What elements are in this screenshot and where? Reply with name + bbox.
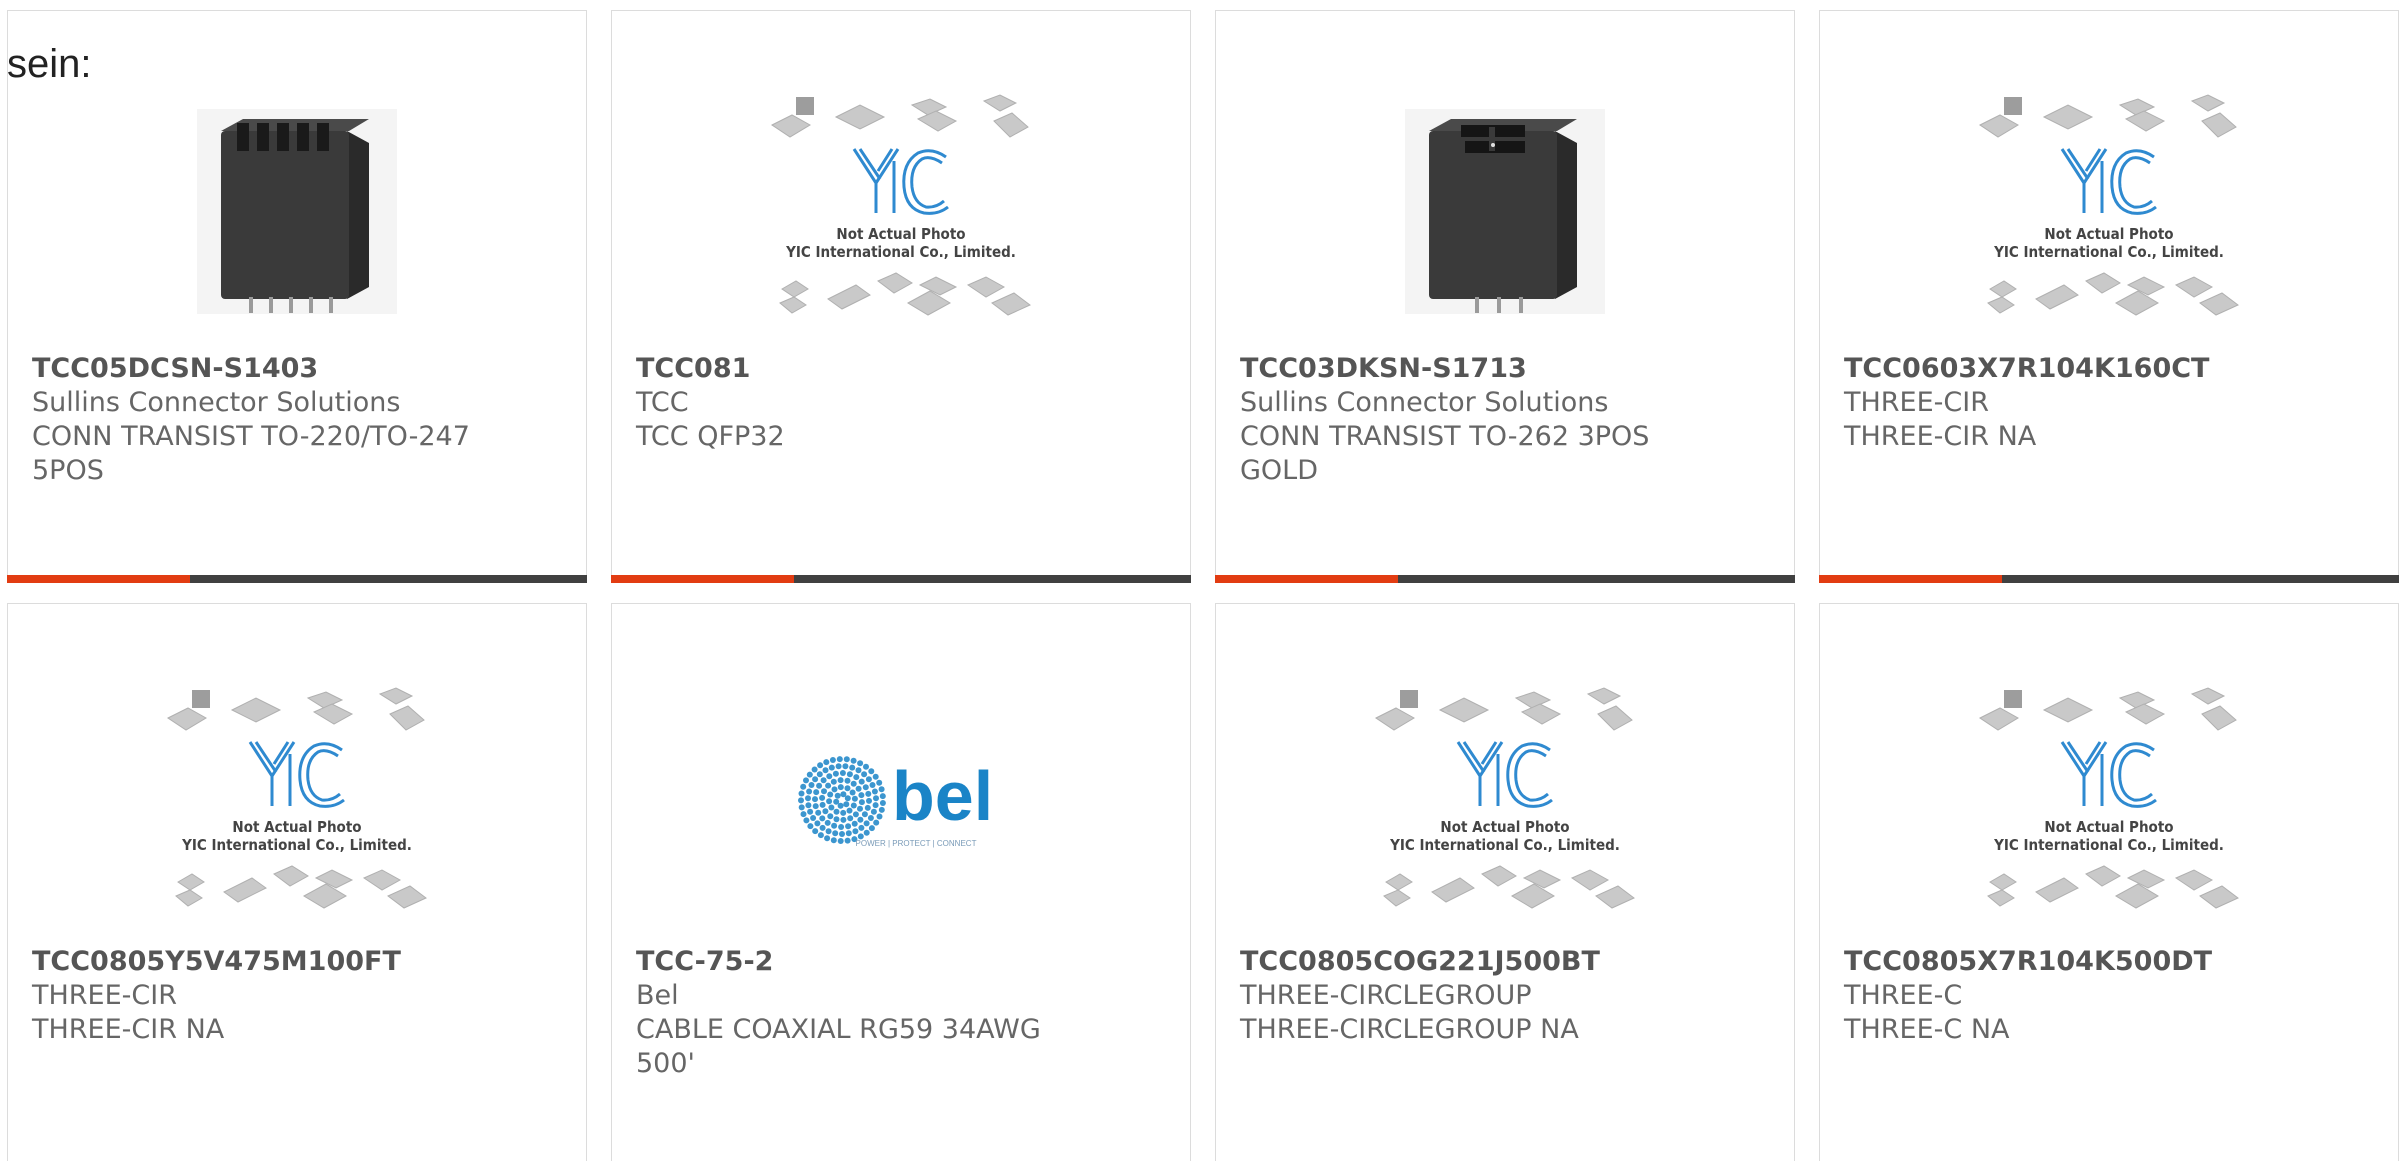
svg-text:YIC International Co., Limited: YIC International Co., Limited. (1389, 836, 1620, 854)
svg-text:Not Actual Photo: Not Actual Photo (232, 818, 361, 836)
yic-placeholder-icon: Not Actual PhotoYIC International Co., L… (167, 687, 427, 909)
manufacturer: THREE-C (1844, 980, 1963, 1011)
connector-photo-icon (197, 108, 397, 314)
part-number[interactable]: TCC0805Y5V475M100FT (32, 945, 472, 979)
manufacturer: THREE-CIR (1844, 387, 1989, 418)
part-number[interactable]: TCC081 (636, 352, 1076, 386)
product-image[interactable]: Not Actual Photo YIC International Co., L… (612, 71, 1190, 351)
product-info: TCC0805COG221J500BT THREE-CIRCLEGROUP TH… (1240, 945, 1680, 1047)
product-description: CONN TRANSIST TO-220/TO-247 5POS (32, 421, 470, 486)
part-number[interactable]: TCC05DCSN-S1403 (32, 352, 472, 386)
svg-text:YIC International Co., Limited: YIC International Co., Limited. (1993, 836, 2224, 854)
product-info: TCC081 TCC TCC QFP32 (636, 352, 1076, 454)
product-results-page: sein: TCC05DCSN-S1403 Sullins Connector … (0, 0, 2400, 1161)
card-bottom-bar (7, 575, 587, 583)
manufacturer: Bel (636, 980, 679, 1011)
card-bar-accent (1215, 575, 1398, 583)
product-image[interactable] (1216, 71, 1794, 351)
product-description: THREE-C NA (1844, 1014, 2010, 1045)
product-image[interactable]: Not Actual Photo YIC International Co., L… (1820, 664, 2398, 944)
svg-text:Not Actual Photo: Not Actual Photo (2044, 225, 2173, 243)
product-card-8[interactable]: Not Actual Photo YIC International Co., L… (1819, 603, 2399, 1161)
yic-placeholder-icon: Not Actual PhotoYIC International Co., L… (771, 94, 1031, 316)
manufacturer: THREE-CIRCLEGROUP (1240, 980, 1532, 1011)
product-info: TCC0805Y5V475M100FT THREE-CIR THREE-CIR … (32, 945, 472, 1047)
product-info: TCC03DKSN-S1713 Sullins Connector Soluti… (1240, 352, 1680, 488)
manufacturer: Sullins Connector Solutions (32, 387, 401, 418)
product-card-5[interactable]: Not Actual Photo YIC International Co., L… (7, 603, 587, 1161)
product-card-2[interactable]: Not Actual Photo YIC International Co., L… (611, 10, 1191, 583)
product-card-1[interactable]: TCC05DCSN-S1403 Sullins Connector Soluti… (7, 10, 587, 583)
part-number[interactable]: TCC0603X7R104K160CT (1844, 352, 2284, 386)
connector-photo-icon (1405, 108, 1605, 314)
card-bottom-bar (611, 575, 1191, 583)
product-description: TCC QFP32 (636, 421, 785, 452)
svg-text:Not Actual Photo: Not Actual Photo (836, 225, 965, 243)
product-image[interactable] (8, 71, 586, 351)
product-card-7[interactable]: Not Actual Photo YIC International Co., L… (1215, 603, 1795, 1161)
card-bar-accent (7, 575, 190, 583)
svg-text:YIC International Co., Limited: YIC International Co., Limited. (785, 243, 1016, 261)
svg-text:Not Actual Photo: Not Actual Photo (1440, 818, 1569, 836)
product-image[interactable]: bel POWER | PROTECT | CONNECT (612, 664, 1190, 944)
product-info: TCC0805X7R104K500DT THREE-C THREE-C NA (1844, 945, 2284, 1047)
product-description: THREE-CIR NA (1844, 421, 2037, 452)
product-description: CONN TRANSIST TO-262 3POS GOLD (1240, 421, 1650, 486)
card-bar-rest (1398, 575, 1795, 583)
svg-text:YIC International Co., Limited: YIC International Co., Limited. (181, 836, 412, 854)
card-bottom-bar (1819, 575, 2399, 583)
product-description: THREE-CIR NA (32, 1014, 225, 1045)
product-grid: TCC05DCSN-S1403 Sullins Connector Soluti… (7, 10, 2400, 1161)
svg-text:Not Actual Photo: Not Actual Photo (2044, 818, 2173, 836)
card-bottom-bar (1215, 575, 1795, 583)
product-info: TCC-75-2 Bel CABLE COAXIAL RG59 34AWG 50… (636, 945, 1076, 1081)
product-image[interactable]: Not Actual Photo YIC International Co., L… (1820, 71, 2398, 351)
card-bar-rest (2002, 575, 2399, 583)
svg-text:POWER | PROTECT | CONNECT: POWER | PROTECT | CONNECT (856, 839, 977, 848)
product-image[interactable]: Not Actual Photo YIC International Co., L… (1216, 664, 1794, 944)
product-image[interactable]: Not Actual Photo YIC International Co., L… (8, 664, 586, 944)
product-info: TCC0603X7R104K160CT THREE-CIR THREE-CIR … (1844, 352, 2284, 454)
product-card-3[interactable]: TCC03DKSN-S1713 Sullins Connector Soluti… (1215, 10, 1795, 583)
part-number[interactable]: TCC0805X7R104K500DT (1844, 945, 2284, 979)
yic-placeholder-icon: Not Actual PhotoYIC International Co., L… (1979, 94, 2239, 316)
part-number[interactable]: TCC-75-2 (636, 945, 1076, 979)
card-bar-accent (611, 575, 794, 583)
product-description: THREE-CIRCLEGROUP NA (1240, 1014, 1579, 1045)
bel-logo-icon: bel POWER | PROTECT | CONNECT (798, 756, 993, 848)
product-card-4[interactable]: Not Actual Photo YIC International Co., L… (1819, 10, 2399, 583)
yic-placeholder-icon: Not Actual PhotoYIC International Co., L… (1375, 687, 1635, 909)
card-bar-accent (1819, 575, 2002, 583)
svg-text:bel: bel (892, 757, 993, 835)
product-info: TCC05DCSN-S1403 Sullins Connector Soluti… (32, 352, 472, 488)
part-number[interactable]: TCC03DKSN-S1713 (1240, 352, 1680, 386)
svg-text:YIC International Co., Limited: YIC International Co., Limited. (1993, 243, 2224, 261)
yic-placeholder-icon: Not Actual PhotoYIC International Co., L… (1979, 687, 2239, 909)
manufacturer: THREE-CIR (32, 980, 177, 1011)
manufacturer: TCC (636, 387, 689, 418)
card-bar-rest (794, 575, 1191, 583)
manufacturer: Sullins Connector Solutions (1240, 387, 1609, 418)
part-number[interactable]: TCC0805COG221J500BT (1240, 945, 1680, 979)
product-card-6[interactable]: bel POWER | PROTECT | CONNECT TCC-75-2 Be… (611, 603, 1191, 1161)
card-bar-rest (190, 575, 587, 583)
product-description: CABLE COAXIAL RG59 34AWG 500' (636, 1014, 1041, 1079)
lead-text: sein: (7, 42, 92, 86)
